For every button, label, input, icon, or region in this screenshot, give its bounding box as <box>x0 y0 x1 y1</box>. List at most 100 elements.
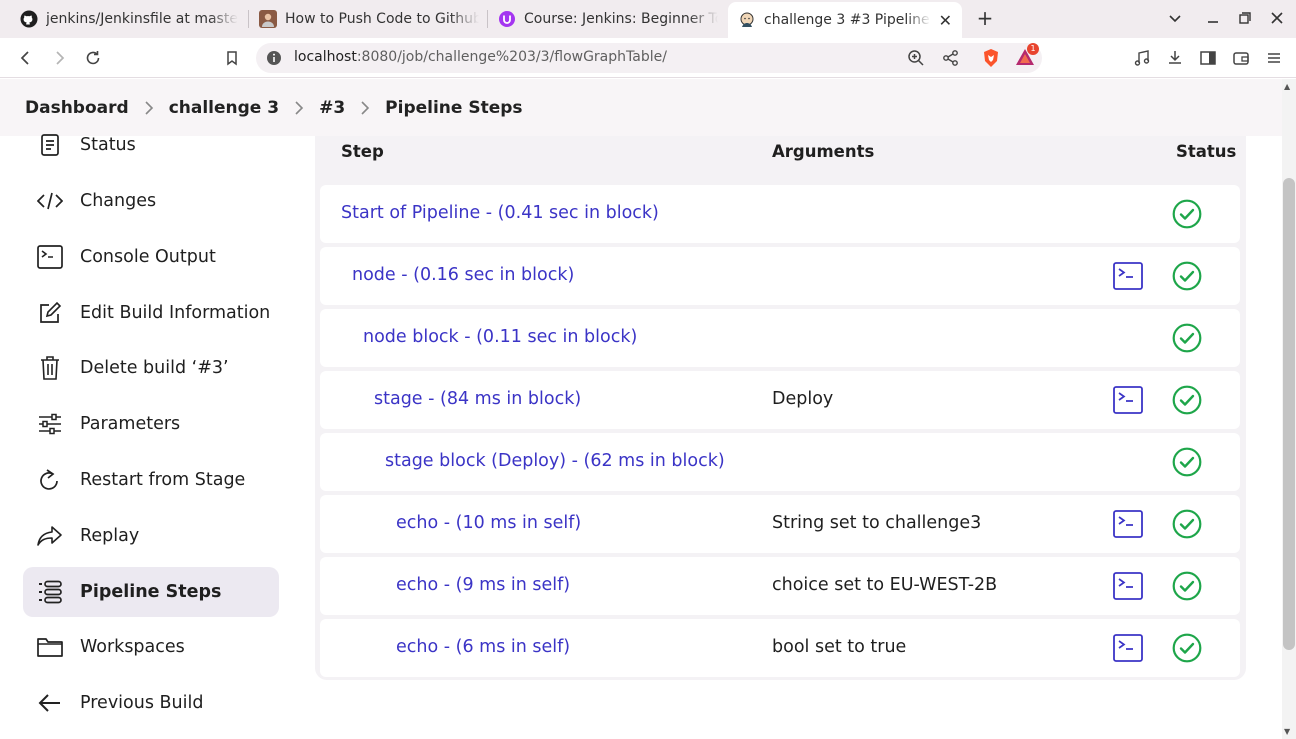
sidebar-item-parameters[interactable]: Parameters <box>23 399 279 449</box>
avatar-icon <box>259 10 277 28</box>
console-output-icon[interactable] <box>1113 510 1143 538</box>
console-output-icon[interactable] <box>1113 386 1143 414</box>
wallet-icon[interactable] <box>1229 46 1253 70</box>
success-check-icon <box>1172 447 1202 477</box>
restart-icon <box>37 467 63 493</box>
step-arguments: Deploy <box>772 389 834 409</box>
sidebar-item-delete-build[interactable]: Delete build ‘#3’ <box>23 343 279 393</box>
url-host: localhost <box>294 49 357 65</box>
step-link[interactable]: echo - (10 ms in self) <box>396 513 581 533</box>
bookmark-icon[interactable] <box>220 46 244 70</box>
table-row: echo - (9 ms in self) choice set to EU-WE… <box>320 557 1240 615</box>
forward-icon[interactable] <box>47 46 71 70</box>
table-row: node block - (0.11 sec in block) <box>320 309 1240 367</box>
site-info-icon[interactable] <box>266 50 282 70</box>
restore-window-icon[interactable] <box>1235 8 1255 28</box>
zoom-icon[interactable] <box>907 49 925 71</box>
browser-tab-bar: jenkins/Jenkinsfile at maste How to Push… <box>0 0 1296 38</box>
sidebar-item-console-output[interactable]: Console Output <box>23 232 279 282</box>
close-window-icon[interactable] <box>1267 8 1287 28</box>
menu-icon[interactable] <box>1262 46 1286 70</box>
success-check-icon <box>1172 385 1202 415</box>
column-header-step: Step <box>341 142 384 161</box>
reload-icon[interactable] <box>81 46 105 70</box>
step-link[interactable]: node - (0.16 sec in block) <box>352 265 574 285</box>
github-icon <box>20 10 38 28</box>
browser-tab-course[interactable]: Course: Jenkins: Beginner To <box>498 4 718 34</box>
url-text: localhost:8080/job/challenge%203/3/flowG… <box>294 49 667 65</box>
sidebar-item-edit-build-information[interactable]: Edit Build Information <box>23 288 279 338</box>
step-arguments: choice set to EU-WEST-2B <box>772 575 998 595</box>
step-link[interactable]: Start of Pipeline - (0.41 sec in block) <box>341 203 659 223</box>
close-tab-icon[interactable]: ✕ <box>939 11 952 30</box>
address-bar[interactable]: localhost:8080/job/challenge%203/3/flowG… <box>256 43 1042 73</box>
table-row: Start of Pipeline - (0.41 sec in block) <box>320 185 1240 243</box>
sliders-icon <box>37 411 63 437</box>
step-link[interactable]: stage block (Deploy) - (62 ms in block) <box>385 451 725 471</box>
back-icon[interactable] <box>14 46 38 70</box>
share-icon[interactable] <box>942 49 960 71</box>
browser-tab-github[interactable]: jenkins/Jenkinsfile at maste <box>20 4 238 34</box>
breadcrumb-job[interactable]: challenge 3 <box>169 98 279 118</box>
success-check-icon <box>1172 199 1202 229</box>
sidebar-item-label: Pipeline Steps <box>80 582 222 602</box>
new-tab-button[interactable]: + <box>974 6 996 30</box>
brave-shield-icon[interactable] <box>981 48 1001 72</box>
tab-divider <box>248 10 249 28</box>
tab-divider <box>487 10 488 28</box>
minimize-window-icon[interactable] <box>1203 8 1223 28</box>
sidebar-item-label: Restart from Stage <box>80 470 246 490</box>
sidebar-item-label: Status <box>80 135 136 155</box>
column-header-status: Status <box>1176 142 1237 161</box>
replay-icon <box>37 523 63 549</box>
sidebar-item-restart-from-stage[interactable]: Restart from Stage <box>23 455 279 505</box>
sidebar-item-label: Console Output <box>80 247 216 267</box>
sidebar-item-replay[interactable]: Replay <box>23 511 279 561</box>
success-check-icon <box>1172 633 1202 663</box>
sidebar-toggle-icon[interactable] <box>1196 46 1220 70</box>
scrollbar-thumb[interactable] <box>1283 178 1295 650</box>
jenkins-icon <box>738 11 756 29</box>
sidebar-item-label: Delete build ‘#3’ <box>80 358 229 378</box>
sidebar-item-label: Workspaces <box>80 637 185 657</box>
browser-tab-jenkins-active[interactable]: challenge 3 #3 Pipeline st ✕ <box>728 2 962 38</box>
console-output-icon[interactable] <box>1113 572 1143 600</box>
browser-toolbar: localhost:8080/job/challenge%203/3/flowG… <box>0 38 1296 78</box>
table-header: Step Arguments Status <box>315 136 1246 182</box>
chevron-right-icon <box>144 100 154 115</box>
download-icon[interactable] <box>1163 46 1187 70</box>
notification-badge: 1 <box>1027 43 1039 55</box>
breadcrumb-current[interactable]: Pipeline Steps <box>385 98 522 118</box>
brave-rewards-icon[interactable]: 1 <box>1015 43 1039 71</box>
terminal-icon <box>37 244 63 270</box>
sidebar-item-changes[interactable]: Changes <box>23 176 279 226</box>
tab-list-chevron-icon[interactable] <box>1165 8 1185 28</box>
step-link[interactable]: echo - (6 ms in self) <box>396 637 570 657</box>
breadcrumb-dashboard[interactable]: Dashboard <box>25 98 129 118</box>
scroll-down-arrow-icon[interactable]: ▼ <box>1284 727 1290 736</box>
console-output-icon[interactable] <box>1113 634 1143 662</box>
sidebar-item-pipeline-steps[interactable]: Pipeline Steps <box>23 567 279 617</box>
pipeline-steps-icon <box>37 579 63 605</box>
jenkins-page: Dashboard challenge 3 #3 Pipeline Steps … <box>0 79 1296 739</box>
table-row: stage - (84 ms in block) Deploy <box>320 371 1240 429</box>
console-output-icon[interactable] <box>1113 262 1143 290</box>
step-link[interactable]: echo - (9 ms in self) <box>396 575 570 595</box>
scroll-up-arrow-icon[interactable]: ▲ <box>1284 82 1290 91</box>
browser-tab-push-code[interactable]: How to Push Code to Github <box>259 4 479 34</box>
success-check-icon <box>1172 261 1202 291</box>
breadcrumb-build[interactable]: #3 <box>319 98 345 118</box>
sidebar-item-label: Changes <box>80 191 157 211</box>
sidebar-item-status[interactable]: Status <box>23 120 279 170</box>
sidebar-item-previous-build[interactable]: Previous Build <box>23 678 279 728</box>
step-link[interactable]: stage - (84 ms in block) <box>374 389 581 409</box>
sidebar-item-workspaces[interactable]: Workspaces <box>23 622 279 672</box>
document-icon <box>37 132 63 158</box>
tab-title: How to Push Code to Github <box>285 11 479 27</box>
tab-title: Course: Jenkins: Beginner To <box>524 11 718 27</box>
media-icon[interactable] <box>1130 46 1154 70</box>
sidebar-item-label: Edit Build Information <box>80 303 271 323</box>
column-header-arguments: Arguments <box>772 142 875 161</box>
step-link[interactable]: node block - (0.11 sec in block) <box>363 327 637 347</box>
sidebar-item-label: Parameters <box>80 414 181 434</box>
